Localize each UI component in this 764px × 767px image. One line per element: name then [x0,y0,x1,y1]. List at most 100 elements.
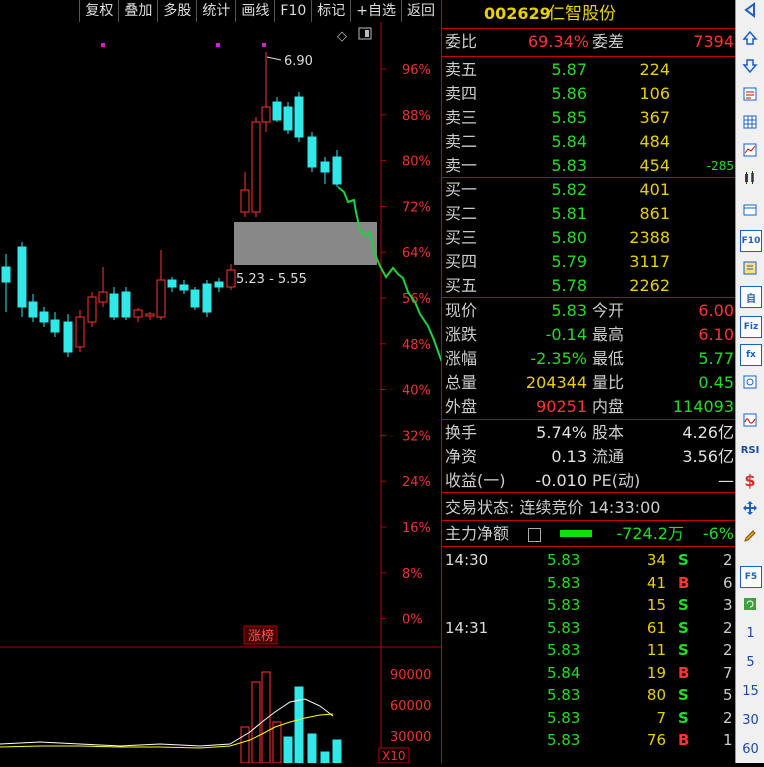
tick-side: S [678,596,689,614]
candle-body [251,121,261,213]
quote-label: 最高 [592,325,625,344]
toolbar-statistics[interactable]: 统计 [196,0,235,22]
self-select-icon[interactable]: 自 [740,286,762,308]
f12-icon[interactable]: Fiz [740,316,762,338]
quote-panel: 002629 仁智股份 委比 69.34% 委差 7394 卖五 5.87 224 卖… [441,0,736,763]
diamond-icon[interactable]: ◇ [337,29,347,44]
bid-row: 买一 5.82 401 [442,178,736,202]
info-doc-icon[interactable] [740,258,760,278]
volume-bar [320,751,330,764]
bid-price: 5.80 [551,228,587,247]
tick-side: S [678,618,689,637]
f10-icon[interactable]: F10 [740,230,762,252]
bid-price: 5.79 [551,252,587,271]
volume-bars [240,671,342,764]
tick-row[interactable]: 5.83 7 S 2 [442,707,736,729]
target-icon[interactable] [740,372,760,392]
percent-tick-label: 8% [402,567,423,582]
formula-icon[interactable]: fx [740,344,762,366]
toolbar-f10[interactable]: F10 [274,0,311,22]
quote-label: 现价 [445,301,478,320]
period-60[interactable]: 60 [736,742,764,757]
toolbar-add-watchlist[interactable]: +自选 [350,0,401,22]
bid-volume: 861 [639,204,670,223]
quote-row: 现价 5.83 今开 6.00 [442,299,736,323]
toolbar-back[interactable]: 返回 [401,0,440,22]
quote-label: 总量 [445,373,478,392]
tick-price: 5.84 [547,663,581,682]
tick-row[interactable]: 5.83 15 S 3 [442,594,736,616]
arrow-left-icon[interactable] [740,0,760,20]
volume-tick-label: 60000 [390,699,431,714]
quote-value: 114093 [672,397,734,416]
grid-table-icon[interactable] [740,112,760,132]
tick-row[interactable]: 14:31 5.83 61 S 2 [442,617,736,639]
tick-count: 5 [723,686,733,704]
list-icon[interactable] [528,528,541,542]
kline-chart[interactable]: ◇ 96% 88% 80% 72% 64% 56% 48% 40% 32% 24% 16% 8% 0% … [0,22,447,764]
toolbar-overlay[interactable]: 叠加 [118,0,157,22]
candle-body [272,101,282,121]
stock-name: 仁智股份 [548,4,616,24]
percent-tick-label: 16% [402,521,431,536]
refresh-icon[interactable] [740,594,760,614]
indicator-label[interactable]: 涨榜 [248,628,274,644]
wave-icon[interactable] [740,410,760,430]
move-icon[interactable] [740,498,760,518]
candle-body [190,289,200,308]
finance-value: 5.74% [536,423,587,442]
pencil-icon[interactable] [740,526,760,546]
toolbar-mark[interactable]: 标记 [311,0,350,22]
window-icon[interactable] [740,200,760,220]
chart-toolbar: 复权 叠加 多股 统计 画线 F10 标记 +自选 返回 [0,0,440,22]
tick-row[interactable]: 5.83 11 S 2 [442,639,736,661]
quote-label: 内盘 [592,397,625,416]
tick-row[interactable]: 5.84 19 B 7 [442,662,736,684]
period-15[interactable]: 15 [736,684,764,699]
toolbar-restore-right[interactable]: 复权 [79,0,118,22]
tick-row[interactable]: 5.83 76 B 1 [442,729,736,751]
f5-icon[interactable]: F5 [740,566,762,588]
quote-row: 涨跌 -0.14 最高 6.10 [442,323,736,347]
candle-body [121,291,131,318]
candle-body [202,283,212,313]
volume-bar [261,671,271,764]
tick-price: 5.83 [547,686,581,704]
ask-level-label: 卖二 [445,132,478,151]
period-30[interactable]: 30 [736,713,764,728]
period-5[interactable]: 5 [736,655,764,670]
tick-time: 14:30 [445,551,489,569]
quote-value: 6.10 [698,325,734,344]
main-flow-value: -724.2万 [616,524,684,543]
finance-value: -0.010 [535,471,587,490]
toolbar-draw-line[interactable]: 画线 [235,0,274,22]
ask-row: 卖五 5.87 224 [442,58,736,82]
candle-body [261,106,271,123]
candle-body [98,291,108,303]
tick-volume: 15 [646,596,666,614]
tick-row[interactable]: 14:30 5.83 34 S 2 [442,549,736,571]
quote-value: 5.77 [698,349,734,368]
rsi-icon[interactable]: RSI [740,440,760,460]
dollar-icon[interactable]: $ [740,470,760,490]
finance-value: — [718,471,734,490]
main-flow-label: 主力净额 [445,524,510,543]
finance-label: 股本 [592,423,625,442]
line-chart-icon[interactable] [740,140,760,160]
tick-count: 6 [723,573,733,592]
bid-price: 5.81 [551,204,587,223]
kline-chart-canvas[interactable]: ◇ 96%88%80%72%64%56%48%40%32%24%16%8%0% … [0,22,447,764]
tick-row[interactable]: 5.83 80 S 5 [442,684,736,706]
quote-label: 涨跌 [445,325,478,344]
period-1[interactable]: 1 [736,626,764,641]
ask-volume: 454 [639,156,670,175]
toolbar-multi-stock[interactable]: 多股 [157,0,196,22]
bid-level-label: 买二 [445,204,478,223]
arrow-up-icon[interactable] [740,28,760,48]
tick-row[interactable]: 5.83 41 B 6 [442,572,736,594]
bid-price: 5.82 [551,180,587,199]
report-icon[interactable] [740,84,760,104]
tick-side: S [678,641,689,659]
candlestick-icon[interactable] [740,168,760,188]
arrow-down-icon[interactable] [740,56,760,76]
